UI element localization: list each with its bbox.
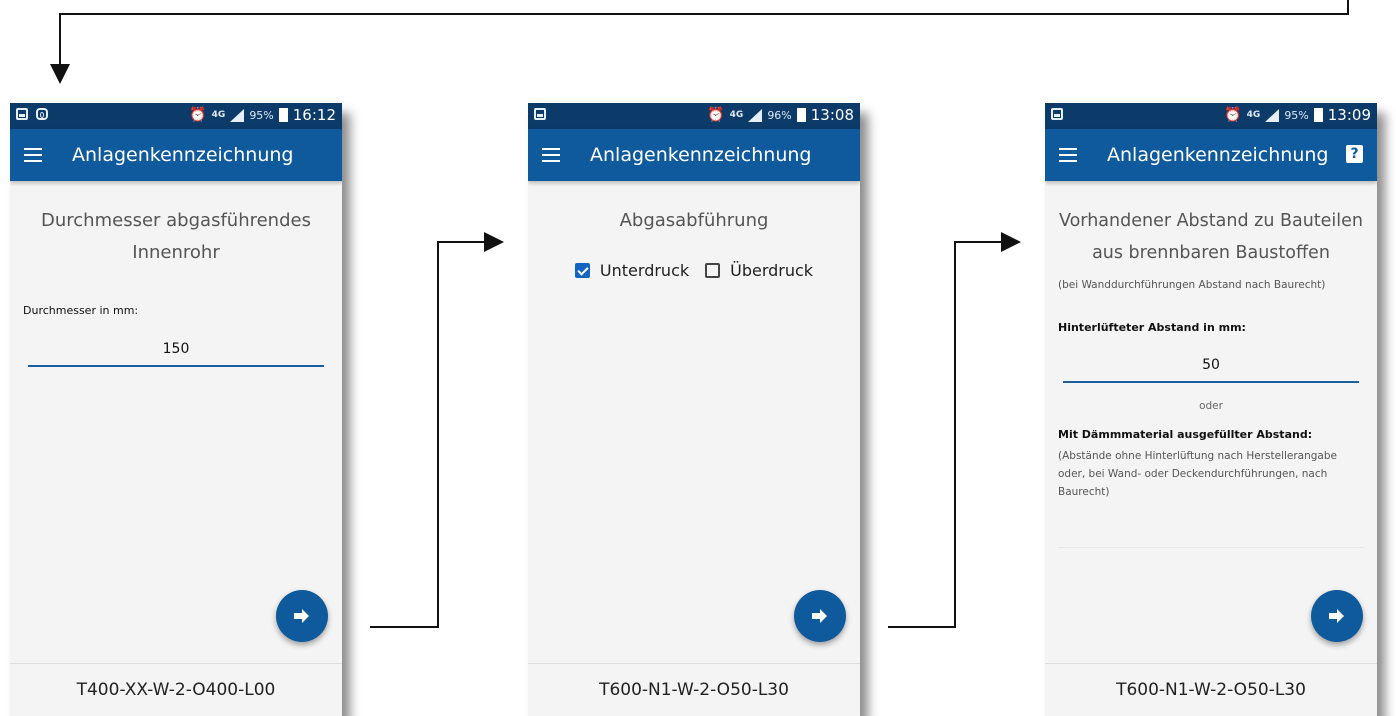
flow-arrow-2-to-3 — [888, 232, 1021, 628]
option-label-unterdruck: Unterdruck — [599, 261, 690, 280]
code-footer: T400-XX-W-2-O400-L00 — [10, 663, 342, 716]
page-heading: Durchmesser abgasführendes Innenrohr — [41, 210, 311, 263]
flow-arrow-top — [50, 0, 1349, 84]
network-type: 4G — [1246, 109, 1261, 120]
help-icon[interactable]: ? — [1346, 145, 1363, 163]
network-type: 4G — [211, 109, 226, 120]
arrow-right-icon — [812, 609, 827, 623]
battery-icon — [796, 108, 806, 122]
menu-icon[interactable] — [542, 148, 560, 162]
alarm-icon: ⏰ — [707, 107, 725, 123]
alarm-icon: ⏰ — [189, 107, 207, 123]
next-button[interactable] — [1311, 590, 1363, 642]
wall-passage-note: (bei Wanddurchführungen Abstand nach Bau… — [1058, 279, 1326, 291]
flow-arrow-1-to-2 — [370, 232, 504, 628]
menu-icon[interactable] — [24, 148, 42, 162]
network-type: 4G — [729, 109, 744, 120]
status-bar: ⏰ 4G 95% 13:09 — [1045, 103, 1377, 129]
clock: 13:09 — [1327, 106, 1371, 124]
gallery-notification-icon — [1051, 108, 1063, 120]
insulated-distance-label: Mit Dämmmaterial ausgefüllter Abstand: — [1058, 428, 1313, 441]
ventilated-distance-input[interactable]: 50 — [1063, 357, 1359, 383]
signal-icon — [1265, 108, 1280, 122]
battery-percent: 95% — [249, 108, 274, 122]
phone-screen-1: ⏰ 4G 95% 16:12 Anlagenkennzeichnung Durc… — [10, 103, 342, 716]
app-bar: Anlagenkennzeichnung — [10, 129, 342, 181]
app-bar: Anlagenkennzeichnung ? — [1045, 129, 1377, 181]
battery-percent: 96% — [767, 108, 792, 122]
next-button[interactable] — [276, 590, 328, 642]
arrow-right-icon — [294, 609, 309, 623]
battery-icon — [278, 108, 288, 122]
code-footer: T600-N1-W-2-O50-L30 — [528, 663, 860, 716]
ventilated-distance-label: Hinterlüfteter Abstand in mm: — [1058, 321, 1246, 334]
diameter-input[interactable]: 150 — [28, 341, 324, 367]
battery-percent: 95% — [1284, 108, 1309, 122]
clock: 16:12 — [292, 106, 336, 124]
app-title: Anlagenkennzeichnung — [1107, 144, 1329, 166]
alarm-icon: ⏰ — [1224, 107, 1242, 123]
gallery-notification-icon — [534, 108, 546, 120]
phone-screen-2: ⏰ 4G 96% 13:08 Anlagenkennzeichnung Abga… — [528, 103, 860, 716]
app-title: Anlagenkennzeichnung — [72, 144, 294, 166]
page-heading: Vorhandener Abstand zu Bauteilen aus bre… — [1058, 211, 1364, 263]
insulated-distance-note: (Abstände ohne Hinterlüftung nach Herste… — [1058, 450, 1337, 498]
exhaust-options: Unterdruck Überdruck — [528, 261, 860, 280]
screen-content: Vorhandener Abstand zu Bauteilen aus bre… — [1045, 181, 1377, 663]
page-heading: Abgasabführung — [619, 210, 769, 231]
or-separator: oder — [1199, 400, 1223, 412]
phone-screen-3: ⏰ 4G 95% 13:09 Anlagenkennzeichnung ? Vo… — [1045, 103, 1377, 716]
battery-icon — [1313, 108, 1323, 122]
insulated-distance-input[interactable] — [1058, 547, 1364, 548]
checkbox-ueberdruck[interactable] — [705, 263, 721, 278]
gallery-notification-icon — [16, 108, 28, 120]
next-button[interactable] — [794, 590, 846, 642]
diameter-label: Durchmesser in mm: — [23, 304, 139, 317]
app-title: Anlagenkennzeichnung — [590, 144, 812, 166]
clock: 13:08 — [810, 106, 854, 124]
checkbox-unterdruck[interactable] — [574, 263, 590, 278]
signal-icon — [230, 108, 245, 122]
menu-icon[interactable] — [1059, 148, 1077, 162]
arrow-right-icon — [1329, 609, 1344, 623]
code-footer: T600-N1-W-2-O50-L30 — [1045, 663, 1377, 716]
app-bar: Anlagenkennzeichnung — [528, 129, 860, 181]
status-bar: ⏰ 4G 96% 13:08 — [528, 103, 860, 129]
instagram-notification-icon — [36, 108, 48, 120]
signal-icon — [748, 108, 763, 122]
screen-content: Durchmesser abgasführendes Innenrohr Dur… — [10, 181, 342, 663]
option-label-ueberdruck: Überdruck — [730, 261, 814, 280]
status-bar: ⏰ 4G 95% 16:12 — [10, 103, 342, 129]
screen-content: Abgasabführung Unterdruck Überdruck — [528, 181, 860, 663]
